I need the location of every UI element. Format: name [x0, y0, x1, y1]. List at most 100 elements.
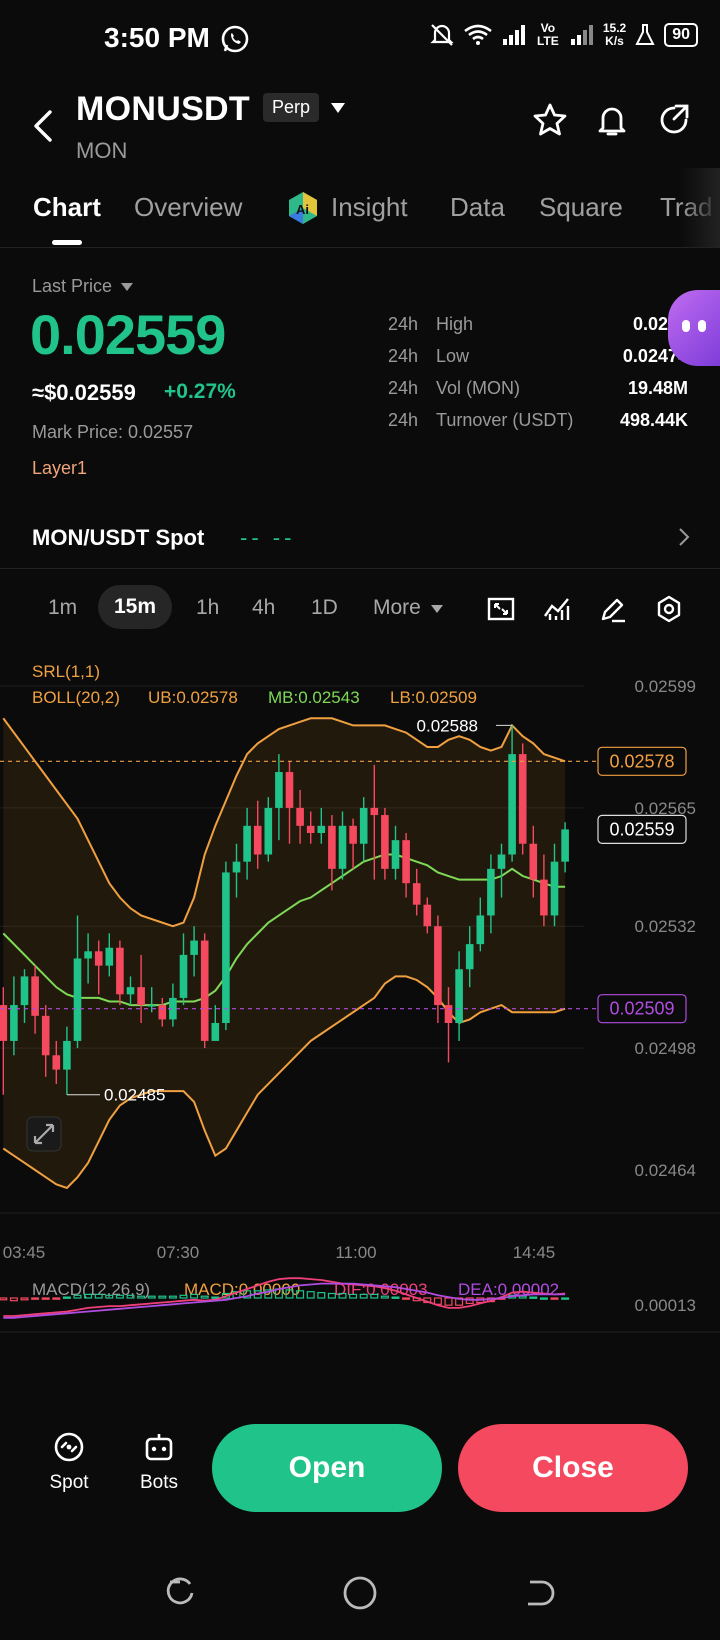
y-tick-label: 0.02464 [635, 1161, 696, 1180]
fullscreen-chart-icon[interactable] [486, 594, 516, 624]
interval-more[interactable]: More [373, 596, 443, 620]
x-tick-label: 03:45 [3, 1243, 46, 1262]
interval-4h[interactable]: 4h [252, 596, 275, 620]
caret-down-icon [430, 605, 443, 613]
macd-hist-bar [296, 1290, 305, 1299]
candle-body [518, 754, 527, 844]
candle-body [455, 969, 463, 1024]
candle-body [497, 854, 506, 869]
category-tag[interactable]: Layer1 [32, 458, 87, 479]
net-speed: 15.2 K/s [603, 22, 626, 48]
interval-1h[interactable]: 1h [196, 596, 219, 620]
stat-value: 19.48M [627, 378, 688, 398]
candle-body [52, 1055, 61, 1070]
macd-hist-bar [550, 1297, 559, 1300]
macd-hist-bar [380, 1295, 389, 1299]
stat-key: Low [436, 346, 470, 366]
macd-dea-line [3, 1282, 566, 1319]
tab-insight[interactable]: Insight [331, 192, 408, 223]
tab-data[interactable]: Data [450, 192, 505, 223]
candle-body [561, 829, 569, 862]
candle-body [487, 868, 495, 916]
candle-body [275, 772, 283, 808]
candle-body [412, 883, 421, 905]
home-icon[interactable] [342, 1575, 378, 1611]
candle-body [179, 954, 188, 998]
macd-panel: 0.000130.00018 [0, 1277, 696, 1319]
spot-market-row[interactable]: MON/USDT Spot -- -- [0, 505, 720, 569]
stat-key: Turnover (USDT) [436, 410, 574, 430]
spot-shortcut[interactable]: Spot [34, 1430, 104, 1494]
interval-15m[interactable]: 15m [98, 585, 173, 629]
candle-body [232, 861, 241, 873]
indicator-icon[interactable] [542, 594, 572, 624]
expand-chart-icon[interactable] [26, 1116, 62, 1152]
back-gesture-icon[interactable] [522, 1576, 556, 1610]
trade-action-bar: Spot Bots Open Close [0, 1396, 720, 1516]
macd-hist-bar [327, 1292, 336, 1299]
macd-hist-bar [168, 1295, 177, 1299]
back-arrow-icon[interactable] [30, 106, 56, 146]
candle-body [243, 825, 251, 862]
bots-shortcut[interactable]: Bots [124, 1430, 194, 1494]
macd-hist-bar [73, 1294, 82, 1299]
macd-hist-bar [518, 1295, 527, 1299]
close-position-button[interactable]: Close [458, 1424, 688, 1512]
header-actions [532, 102, 692, 138]
low-marker-label: 0.02485 [104, 1086, 165, 1105]
tab-overview[interactable]: Overview [134, 192, 242, 223]
candle-body [253, 825, 262, 855]
spot-icon [54, 1432, 84, 1462]
macd-hist-bar [285, 1289, 294, 1299]
recent-apps-icon[interactable] [164, 1576, 198, 1610]
share-icon[interactable] [656, 102, 692, 138]
candle-body [349, 825, 357, 844]
macd-hist-bar [529, 1296, 538, 1299]
candle-body [264, 807, 273, 855]
net-speed-value: 15.2 [602, 21, 627, 35]
tab-square[interactable]: Square [539, 192, 623, 223]
x-tick-label: 11:00 [335, 1243, 376, 1262]
macd-hist-bar [539, 1297, 548, 1300]
tab-chart[interactable]: Chart [33, 192, 101, 223]
price-tag-label: 0.02578 [609, 751, 674, 771]
last-price-selector[interactable]: Last Price [32, 276, 134, 297]
interval-1d[interactable]: 1D [311, 596, 338, 620]
candle-body [434, 926, 442, 1006]
candle-body [20, 976, 29, 1006]
interval-more-label: More [373, 596, 421, 619]
macd-hist-bar [31, 1297, 40, 1300]
candle-body [147, 1005, 156, 1007]
x-tick-label: 07:30 [157, 1243, 200, 1262]
spot-pair-label: MON/USDT Spot [32, 525, 205, 550]
candle-body [41, 1015, 50, 1056]
volte-label: Vo LTE [536, 21, 559, 48]
candle-body [296, 807, 304, 826]
price-tag-label: 0.02509 [609, 999, 674, 1019]
chart-settings-icon[interactable] [654, 594, 684, 624]
whatsapp-icon [221, 25, 249, 53]
candle-body [126, 987, 135, 995]
candle-body [158, 1005, 167, 1020]
price-change-pct: +0.27% [164, 380, 236, 403]
candle-body [116, 947, 124, 995]
macd-hist-bar [359, 1293, 368, 1299]
candlestick-chart[interactable]: SRL(1,1) BOLL(20,2) UB:0.02578 MB:0.0254… [0, 650, 720, 1370]
draw-pen-icon[interactable] [598, 594, 628, 624]
macd-hist-bar [158, 1295, 167, 1299]
candle-body [63, 1040, 71, 1070]
macd-hist-bar [370, 1293, 379, 1299]
chart-tools [486, 594, 684, 624]
caret-down-icon[interactable] [330, 102, 346, 114]
x-axis-ticks: 03:45 07:30 11:00 14:45 [3, 1243, 556, 1262]
open-position-button[interactable]: Open [212, 1424, 442, 1512]
star-icon[interactable] [532, 102, 568, 138]
stat-period: 24h [388, 378, 419, 398]
bell-icon[interactable] [594, 102, 630, 138]
interval-1m[interactable]: 1m [48, 596, 77, 620]
symbol-title[interactable]: MONUSDT [76, 90, 250, 129]
assistant-bubble[interactable] [668, 290, 720, 366]
price-tag-label: 0.02559 [609, 819, 674, 839]
candle-body [328, 825, 336, 869]
candle-body [444, 1005, 453, 1024]
